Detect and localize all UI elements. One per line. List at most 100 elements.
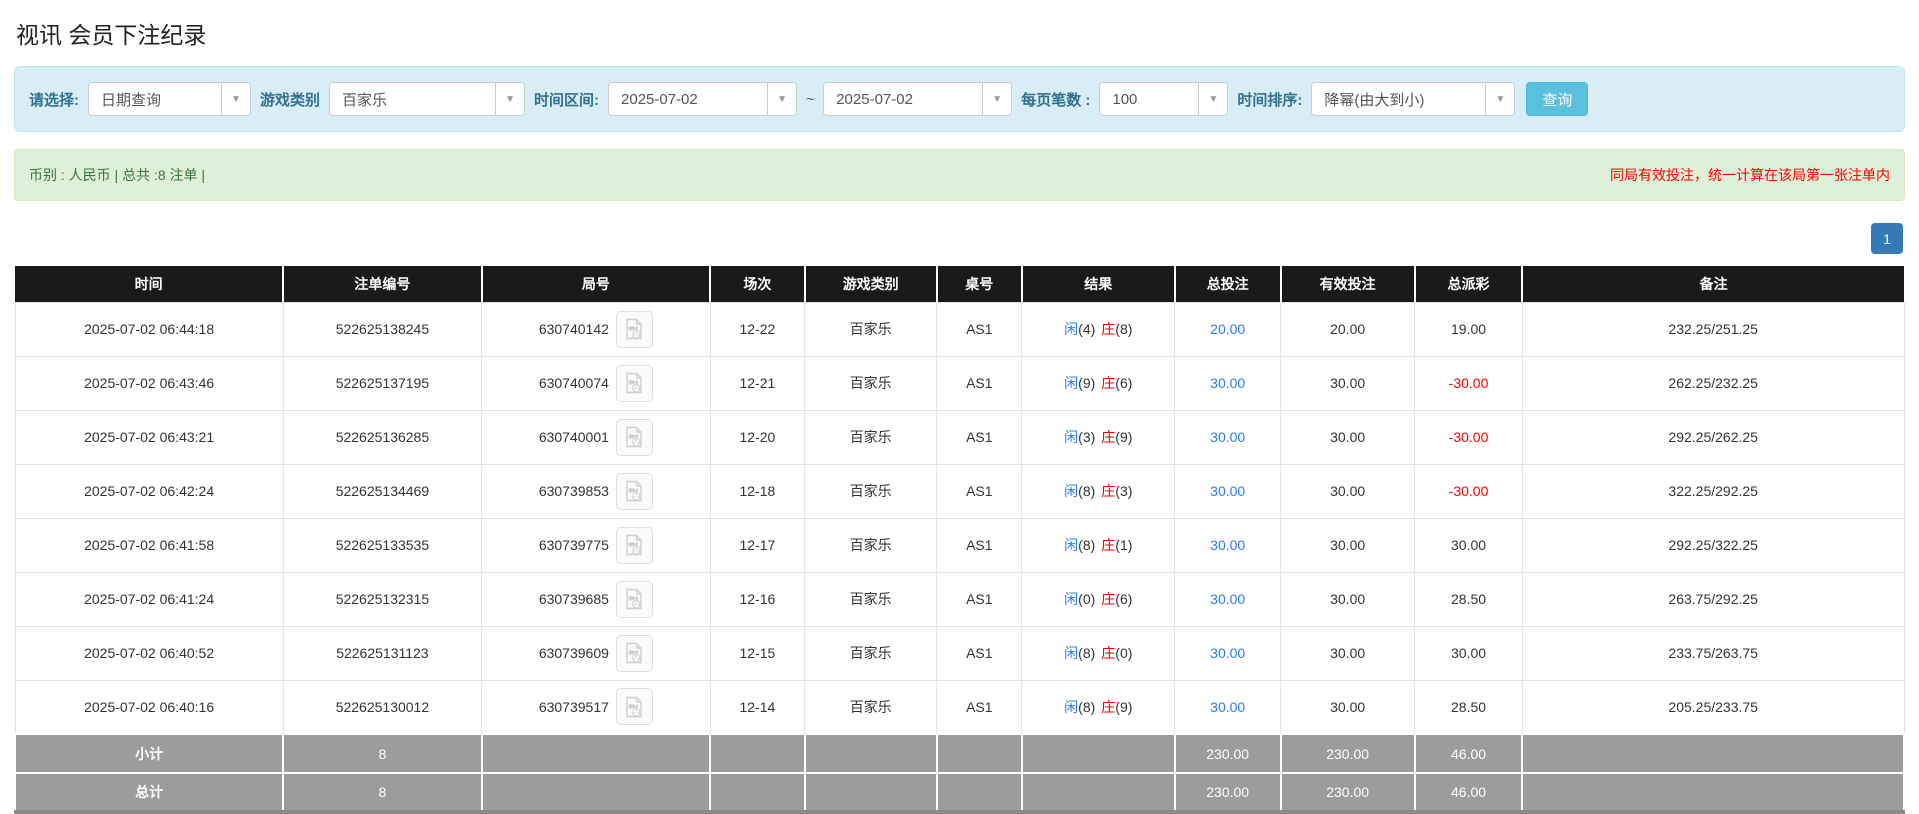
cell-valid-bet: 30.00	[1280, 463, 1416, 519]
cell-round-no: 630739685	[481, 571, 711, 627]
video-file-icon	[626, 480, 643, 502]
result-player-label: 闲	[1064, 429, 1079, 445]
cell-payout: -30.00	[1414, 355, 1523, 411]
cell-total-bet: 30.00	[1174, 625, 1282, 681]
result-player-label: 闲	[1064, 483, 1079, 499]
cell-session: 12-22	[709, 301, 806, 357]
total-bet-link[interactable]: 30.00	[1210, 429, 1245, 445]
column-header: 局号	[481, 266, 712, 302]
cell-game: 百家乐	[804, 355, 938, 411]
total-bet-link[interactable]: 30.00	[1210, 537, 1245, 553]
result-player-score: (8)	[1078, 483, 1096, 499]
column-header: 时间	[15, 266, 285, 302]
chevron-down-icon[interactable]: ▼	[221, 83, 250, 115]
round-no-text: 630739685	[538, 591, 609, 607]
summary-label: 总计	[13, 772, 285, 814]
video-replay-button[interactable]	[615, 472, 653, 510]
cell-session: 12-15	[709, 625, 806, 681]
cell-total-bet: 20.00	[1174, 301, 1282, 357]
cell-table-no: AS1	[936, 517, 1023, 573]
cell-bet-no: 522625130012	[282, 679, 483, 735]
time-range-label: 时间区间:	[534, 91, 600, 109]
page-size-label: 每页笔数 :	[1021, 91, 1091, 109]
video-replay-button[interactable]	[615, 688, 653, 726]
chevron-down-icon[interactable]: ▼	[1485, 83, 1515, 115]
cell-game: 百家乐	[804, 301, 938, 357]
result-player-score: (8)	[1078, 537, 1096, 553]
cell-remark: 322.25/292.25	[1521, 463, 1905, 519]
result-banker-label: 庄	[1101, 375, 1116, 391]
table-row: 2025-07-02 06:43:46 522625137195 6307400…	[14, 355, 1905, 411]
column-header: 注单编号	[283, 266, 483, 302]
video-replay-button[interactable]	[615, 310, 653, 348]
cell-total-bet: 30.00	[1174, 679, 1282, 735]
cell-remark: 292.25/262.25	[1521, 409, 1905, 465]
query-type-select[interactable]: 日期查询 ▼	[88, 82, 251, 116]
cell-round-no: 630739609	[481, 625, 711, 681]
cell-result: 闲(8) 庄(1)	[1021, 517, 1176, 573]
date-to-select[interactable]: 2025-07-02 ▼	[823, 82, 1013, 116]
summary-payout: 46.00	[1413, 772, 1524, 814]
game-category-label: 游戏类别	[260, 91, 321, 109]
summary-valid-bet: 230.00	[1279, 772, 1416, 814]
result-banker-score: (8)	[1115, 321, 1133, 337]
chevron-down-icon[interactable]: ▼	[495, 83, 525, 115]
result-player-score: (8)	[1078, 645, 1096, 661]
cell-payout: 28.50	[1414, 679, 1523, 735]
page-button-1[interactable]: 1	[1871, 223, 1903, 254]
page-size-select[interactable]: 100 ▼	[1099, 82, 1229, 116]
cell-payout: 30.00	[1414, 517, 1523, 573]
chevron-down-icon[interactable]: ▼	[767, 83, 797, 115]
result-player-label: 闲	[1064, 537, 1079, 553]
cell-game: 百家乐	[804, 571, 938, 627]
column-header: 备注	[1522, 266, 1904, 302]
chevron-down-icon[interactable]: ▼	[1198, 83, 1228, 115]
game-category-select[interactable]: 百家乐 ▼	[329, 82, 526, 116]
cell-round-no: 630739517	[481, 679, 711, 735]
cell-bet-no: 522625133535	[282, 517, 483, 573]
video-replay-button[interactable]	[615, 580, 653, 618]
cell-payout: 30.00	[1414, 625, 1523, 681]
cell-payout: -30.00	[1414, 463, 1523, 519]
total-bet-link[interactable]: 30.00	[1210, 591, 1245, 607]
cell-time: 2025-07-02 06:43:46	[14, 355, 284, 411]
video-replay-button[interactable]	[615, 526, 653, 564]
summary-total-bet: 230.00	[1173, 772, 1282, 814]
cell-bet-no: 522625134469	[282, 463, 483, 519]
total-bet-link[interactable]: 30.00	[1210, 483, 1245, 499]
cell-result: 闲(4) 庄(8)	[1021, 301, 1176, 357]
time-sort-label: 时间排序:	[1237, 91, 1303, 109]
cell-result: 闲(0) 庄(6)	[1021, 571, 1176, 627]
date-from-value: 2025-07-02	[621, 90, 698, 108]
date-from-select[interactable]: 2025-07-02 ▼	[608, 82, 798, 116]
column-header: 结果	[1021, 266, 1176, 302]
column-header: 总投注	[1174, 266, 1282, 302]
total-bet-link[interactable]: 30.00	[1210, 645, 1245, 661]
cell-round-no: 630740001	[481, 409, 711, 465]
video-replay-button[interactable]	[615, 418, 653, 456]
cell-remark: 292.25/322.25	[1521, 517, 1905, 573]
video-replay-button[interactable]	[615, 364, 653, 402]
result-banker-label: 庄	[1101, 321, 1116, 337]
search-button[interactable]: 查询	[1526, 82, 1589, 116]
cell-valid-bet: 30.00	[1280, 679, 1416, 735]
result-banker-label: 庄	[1101, 429, 1116, 445]
cell-bet-no: 522625136285	[282, 409, 483, 465]
total-bet-link[interactable]: 30.00	[1210, 699, 1245, 715]
cell-result: 闲(8) 庄(9)	[1021, 679, 1176, 735]
cell-time: 2025-07-02 06:40:52	[14, 625, 284, 681]
time-sort-select[interactable]: 降幂(由大到小) ▼	[1311, 82, 1516, 116]
chevron-down-icon[interactable]: ▼	[982, 83, 1012, 115]
video-replay-button[interactable]	[615, 634, 653, 672]
round-no-text: 630739609	[538, 645, 609, 661]
cell-remark: 263.75/292.25	[1521, 571, 1905, 627]
cell-session: 12-17	[709, 517, 806, 573]
total-bet-link[interactable]: 30.00	[1210, 375, 1245, 391]
result-banker-label: 庄	[1101, 537, 1116, 553]
cell-total-bet: 30.00	[1174, 571, 1282, 627]
result-banker-score: (6)	[1115, 375, 1133, 391]
cell-game: 百家乐	[804, 463, 938, 519]
cell-round-no: 630740142	[481, 301, 711, 357]
total-bet-link[interactable]: 20.00	[1210, 321, 1245, 337]
cell-payout: 19.00	[1414, 301, 1523, 357]
